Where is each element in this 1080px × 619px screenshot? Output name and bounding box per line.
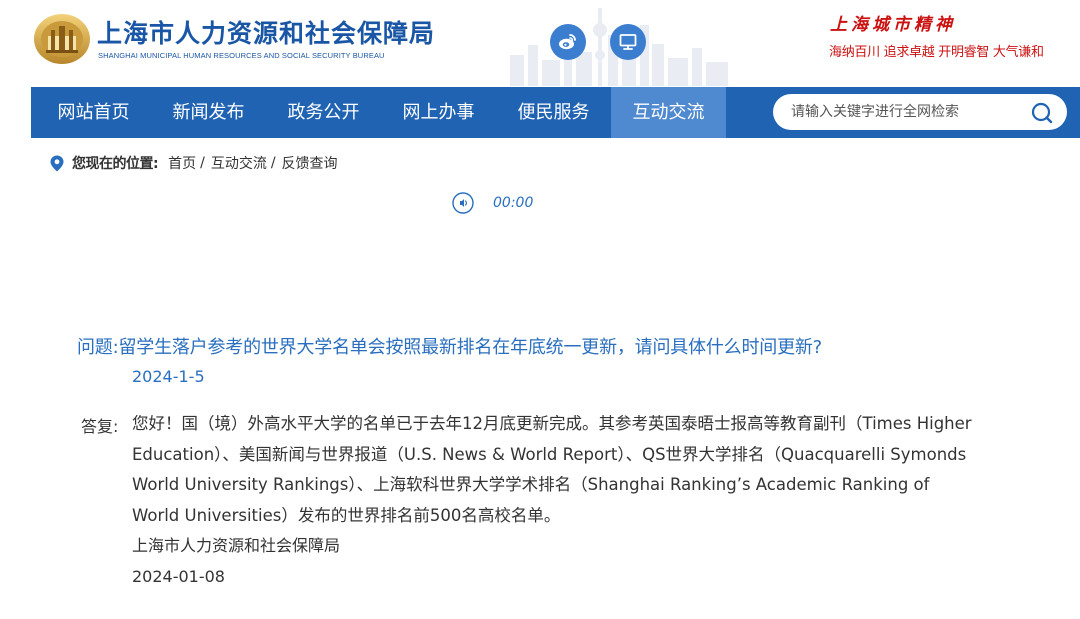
nav-item-interaction[interactable]: 互动交流: [611, 87, 726, 138]
answer-text: 您好！国（境）外高水平大学的名单已于去年12月底更新完成。其参考英国泰晤士报高等…: [132, 414, 972, 525]
computer-monitor-icon: [619, 34, 637, 50]
city-spirit-title: 上海城市精神: [830, 15, 956, 35]
question-date: 2024-1-5: [132, 367, 205, 386]
site-title[interactable]: 上海市人力资源和社会保障局: [97, 14, 435, 50]
weibo-button[interactable]: [550, 24, 586, 60]
breadcrumb: 您现在的位置: 首页 / 互动交流 / 反馈查询: [50, 153, 338, 173]
breadcrumb-separator: /: [200, 155, 205, 171]
breadcrumb-separator: /: [270, 155, 276, 171]
site-header: 上海市人力资源和社会保障局 SHANGHAI MUNICIPAL HUMAN R…: [0, 0, 1080, 86]
audio-time: 00:00: [493, 195, 534, 211]
question-text: 留学生落户参考的世界大学名单会按照最新排名在年底统一更新，请问具体什么时间更新?: [118, 337, 823, 358]
nav-item-gov-affairs[interactable]: 政务公开: [266, 87, 381, 138]
nav-item-home[interactable]: 网站首页: [36, 87, 151, 138]
search-icon[interactable]: [1029, 100, 1055, 126]
question-label: 问题:: [77, 337, 119, 358]
city-spirit-slogan: 海纳百川 追求卓越 开明睿智 大气谦和: [829, 45, 1044, 60]
weibo-icon: [559, 34, 576, 50]
location-pin-icon: [50, 155, 64, 171]
question-line: 问题:留学生落户参考的世界大学名单会按照最新排名在年底统一更新，请问具体什么时间…: [77, 333, 822, 359]
mobile-site-button[interactable]: [610, 24, 646, 60]
nav-item-online-services[interactable]: 网上办事: [381, 87, 496, 138]
breadcrumb-home[interactable]: 首页: [168, 153, 196, 173]
bureau-emblem-logo: [34, 14, 90, 64]
nav-item-public-services[interactable]: 便民服务: [496, 87, 611, 138]
main-nav: 网站首页 新闻发布 政务公开 网上办事 便民服务 互动交流: [31, 87, 1080, 138]
answer-body: 您好！国（境）外高水平大学的名单已于去年12月底更新完成。其参考英国泰晤士报高等…: [132, 409, 972, 592]
answer-label: 答复:: [81, 417, 119, 436]
site-subtitle: SHANGHAI MUNICIPAL HUMAN RESOURCES AND S…: [98, 51, 385, 60]
breadcrumb-label: 您现在的位置:: [72, 156, 159, 172]
audio-play-icon[interactable]: [452, 192, 474, 214]
answer-date: 2024-01-08: [132, 566, 225, 586]
breadcrumb-interaction[interactable]: 互动交流: [211, 153, 267, 173]
search-input[interactable]: [791, 94, 1021, 130]
search-box: [773, 94, 1067, 130]
answer-signature: 上海市人力资源和社会保障局: [132, 536, 341, 555]
nav-item-news[interactable]: 新闻发布: [151, 87, 266, 138]
breadcrumb-feedback-query[interactable]: 反馈查询: [282, 153, 338, 173]
